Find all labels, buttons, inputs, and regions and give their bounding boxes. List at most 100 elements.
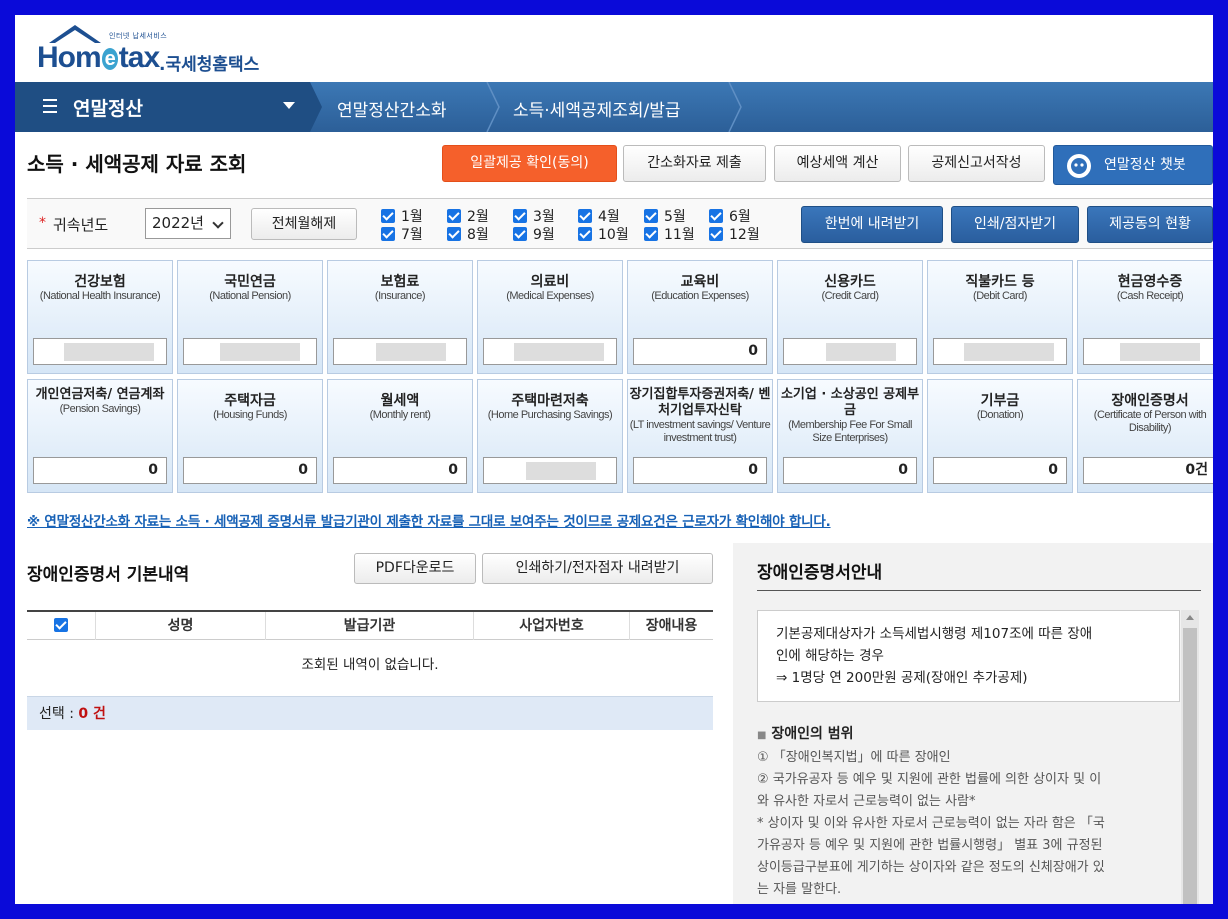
- card-title: 주택마련저축: [511, 393, 589, 409]
- card-subtitle: (Monthly rent): [369, 409, 431, 421]
- deduction-card[interactable]: 장기집합투자증권저축/ 벤처기업투자신탁 (LT investment savin…: [627, 379, 773, 493]
- hometax-logo[interactable]: 인터넷 납세서비스 Hom e tax .국세청홈택스: [37, 23, 277, 83]
- card-subtitle: (Home Purchasing Savings): [487, 409, 613, 421]
- month-label: 9월: [533, 227, 555, 243]
- deduction-card[interactable]: 직불카드 등 (Debit Card): [927, 260, 1073, 374]
- card-title: 주택자금: [224, 393, 276, 409]
- nav-menu-button[interactable]: 연말정산: [15, 82, 310, 132]
- card-subtitle: (Certificate of Person with Disability): [1093, 409, 1207, 434]
- deduction-card[interactable]: 주택자금 (Housing Funds) 0: [177, 379, 323, 493]
- caret-down-icon: [283, 102, 295, 109]
- chatbot-icon: [1067, 154, 1091, 178]
- card-value: [933, 338, 1067, 365]
- breadcrumb-deduction-lookup[interactable]: 소득·세액공제조회/발급: [513, 96, 681, 121]
- month-label: 8월: [467, 227, 489, 243]
- submit-simplified-button[interactable]: 간소화자료 제출: [623, 145, 766, 182]
- required-mark: *: [39, 215, 46, 231]
- masked-value: [826, 343, 896, 361]
- download-all-button[interactable]: 한번에 내려받기: [801, 206, 943, 243]
- year-label: 귀속년도: [53, 216, 109, 234]
- notice-link[interactable]: ※ 연말정산간소화 자료는 소득 · 세액공제 증명서류 발급기관이 제출한 자…: [27, 510, 831, 530]
- month-label: 7월: [401, 227, 423, 243]
- deduction-card[interactable]: 신용카드 (Credit Card): [777, 260, 923, 374]
- checkbox-checked-icon: [644, 227, 658, 241]
- month-checkbox[interactable]: 1월: [381, 206, 423, 226]
- select-all-checkbox[interactable]: [27, 612, 95, 640]
- deduction-card[interactable]: 의료비 (Medical Expenses): [477, 260, 623, 374]
- guide-section-title: ■ 장애인의 범위: [757, 726, 854, 742]
- guide-panel: 장애인증명서안내 기본공제대상자가 소득세법시행령 제107조에 따른 장애 인…: [733, 543, 1213, 904]
- month-checkbox[interactable]: 6월: [709, 206, 751, 226]
- deduction-card[interactable]: 교육비 (Education Expenses) 0: [627, 260, 773, 374]
- breadcrumb-simplified[interactable]: 연말정산간소화: [337, 96, 446, 121]
- deduction-form-button[interactable]: 공제신고서작성: [908, 145, 1045, 182]
- deduction-card[interactable]: 기부금 (Donation) 0: [927, 379, 1073, 493]
- month-checkbox[interactable]: 3월: [513, 206, 555, 226]
- print-download-button[interactable]: 인쇄하기/전자점자 내려받기: [482, 553, 713, 584]
- card-subtitle: (Pension Savings): [59, 403, 141, 415]
- card-value: 0: [33, 457, 167, 484]
- month-label: 6월: [729, 209, 751, 225]
- chatbot-button[interactable]: 연말정산 챗봇: [1053, 145, 1213, 185]
- card-value: 0: [333, 457, 467, 484]
- breadcrumb-nav: 연말정산 연말정산간소화 소득·세액공제조회/발급: [15, 82, 1213, 132]
- deduction-card[interactable]: 장애인증명서 (Certificate of Person with Disabi…: [1077, 379, 1213, 493]
- card-subtitle: (National Health Insurance): [39, 290, 161, 302]
- estimate-tax-button[interactable]: 예상세액 계산: [774, 145, 901, 182]
- card-subtitle: (Debit Card): [973, 290, 1027, 302]
- month-checkbox[interactable]: 7월: [381, 224, 423, 244]
- checkbox-checked-icon: [447, 209, 461, 223]
- bulk-consent-button[interactable]: 일괄제공 확인(동의): [442, 145, 617, 182]
- card-subtitle: (LT investment savings/ Venture investme…: [629, 419, 771, 444]
- month-checkbox[interactable]: 11월: [644, 224, 695, 244]
- breadcrumb-separator: [310, 82, 322, 132]
- breadcrumb-chevron-icon: [728, 82, 742, 132]
- masked-value: [526, 462, 596, 480]
- scroll-up-icon: [1186, 615, 1194, 620]
- month-checkbox[interactable]: 4월: [578, 206, 620, 226]
- card-subtitle: (National Pension): [209, 290, 291, 302]
- card-title: 장기집합투자증권저축/ 벤처기업투자신탁: [629, 387, 771, 418]
- pdf-download-button[interactable]: PDF다운로드: [354, 553, 476, 584]
- month-checkbox[interactable]: 12월: [709, 224, 760, 244]
- card-subtitle: (Housing Funds): [213, 409, 287, 421]
- month-checkbox[interactable]: 5월: [644, 206, 686, 226]
- deduction-card[interactable]: 보험료 (Insurance): [327, 260, 473, 374]
- deduction-card[interactable]: 소기업 · 소상공인 공제부금 (Membership Fee For Small…: [777, 379, 923, 493]
- nav-menu-label: 연말정산: [73, 98, 143, 120]
- month-label: 2월: [467, 209, 489, 225]
- month-label: 11월: [664, 227, 695, 243]
- deduction-card[interactable]: 주택마련저축 (Home Purchasing Savings): [477, 379, 623, 493]
- deduction-card[interactable]: 개인연금저축/ 연금계좌 (Pension Savings) 0: [27, 379, 173, 493]
- year-select[interactable]: 2022년: [145, 208, 231, 239]
- print-braille-button[interactable]: 인쇄/점자받기: [951, 206, 1079, 243]
- deduction-card[interactable]: 국민연금 (National Pension): [177, 260, 323, 374]
- checkbox-checked-icon: [709, 209, 723, 223]
- month-checkbox[interactable]: 2월: [447, 206, 489, 226]
- month-checkbox[interactable]: 10월: [578, 224, 629, 244]
- checkbox-checked-icon: [447, 227, 461, 241]
- month-checkbox[interactable]: 8월: [447, 224, 489, 244]
- month-label: 12월: [729, 227, 760, 243]
- card-title: 소기업 · 소상공인 공제부금: [780, 387, 920, 418]
- scroll-thumb[interactable]: [1183, 628, 1197, 904]
- card-title: 장애인증명서: [1111, 393, 1189, 409]
- month-label: 4월: [598, 209, 620, 225]
- deduction-card[interactable]: 건강보험 (National Health Insurance): [27, 260, 173, 374]
- column-issuer: 발급기관: [265, 612, 473, 640]
- checkbox-checked-icon: [578, 209, 592, 223]
- consent-status-button[interactable]: 제공동의 현황: [1087, 206, 1213, 243]
- guide-scrollbar[interactable]: [1181, 610, 1199, 904]
- deduction-card[interactable]: 현금영수증 (Cash Receipt): [1077, 260, 1213, 374]
- chevron-down-icon: [212, 217, 224, 229]
- card-title: 현금영수증: [1117, 274, 1183, 290]
- selected-count: 0 건: [78, 706, 106, 722]
- chatbot-label: 연말정산 챗봇: [1104, 157, 1186, 173]
- month-checkbox[interactable]: 9월: [513, 224, 555, 244]
- card-value: [783, 338, 917, 365]
- clear-all-months-button[interactable]: 전체월해제: [251, 208, 357, 240]
- checkbox-checked-icon: [513, 209, 527, 223]
- card-title: 직불카드 등: [965, 274, 1035, 290]
- deduction-card[interactable]: 월세액 (Monthly rent) 0: [327, 379, 473, 493]
- card-subtitle: (Cash Receipt): [1116, 290, 1184, 302]
